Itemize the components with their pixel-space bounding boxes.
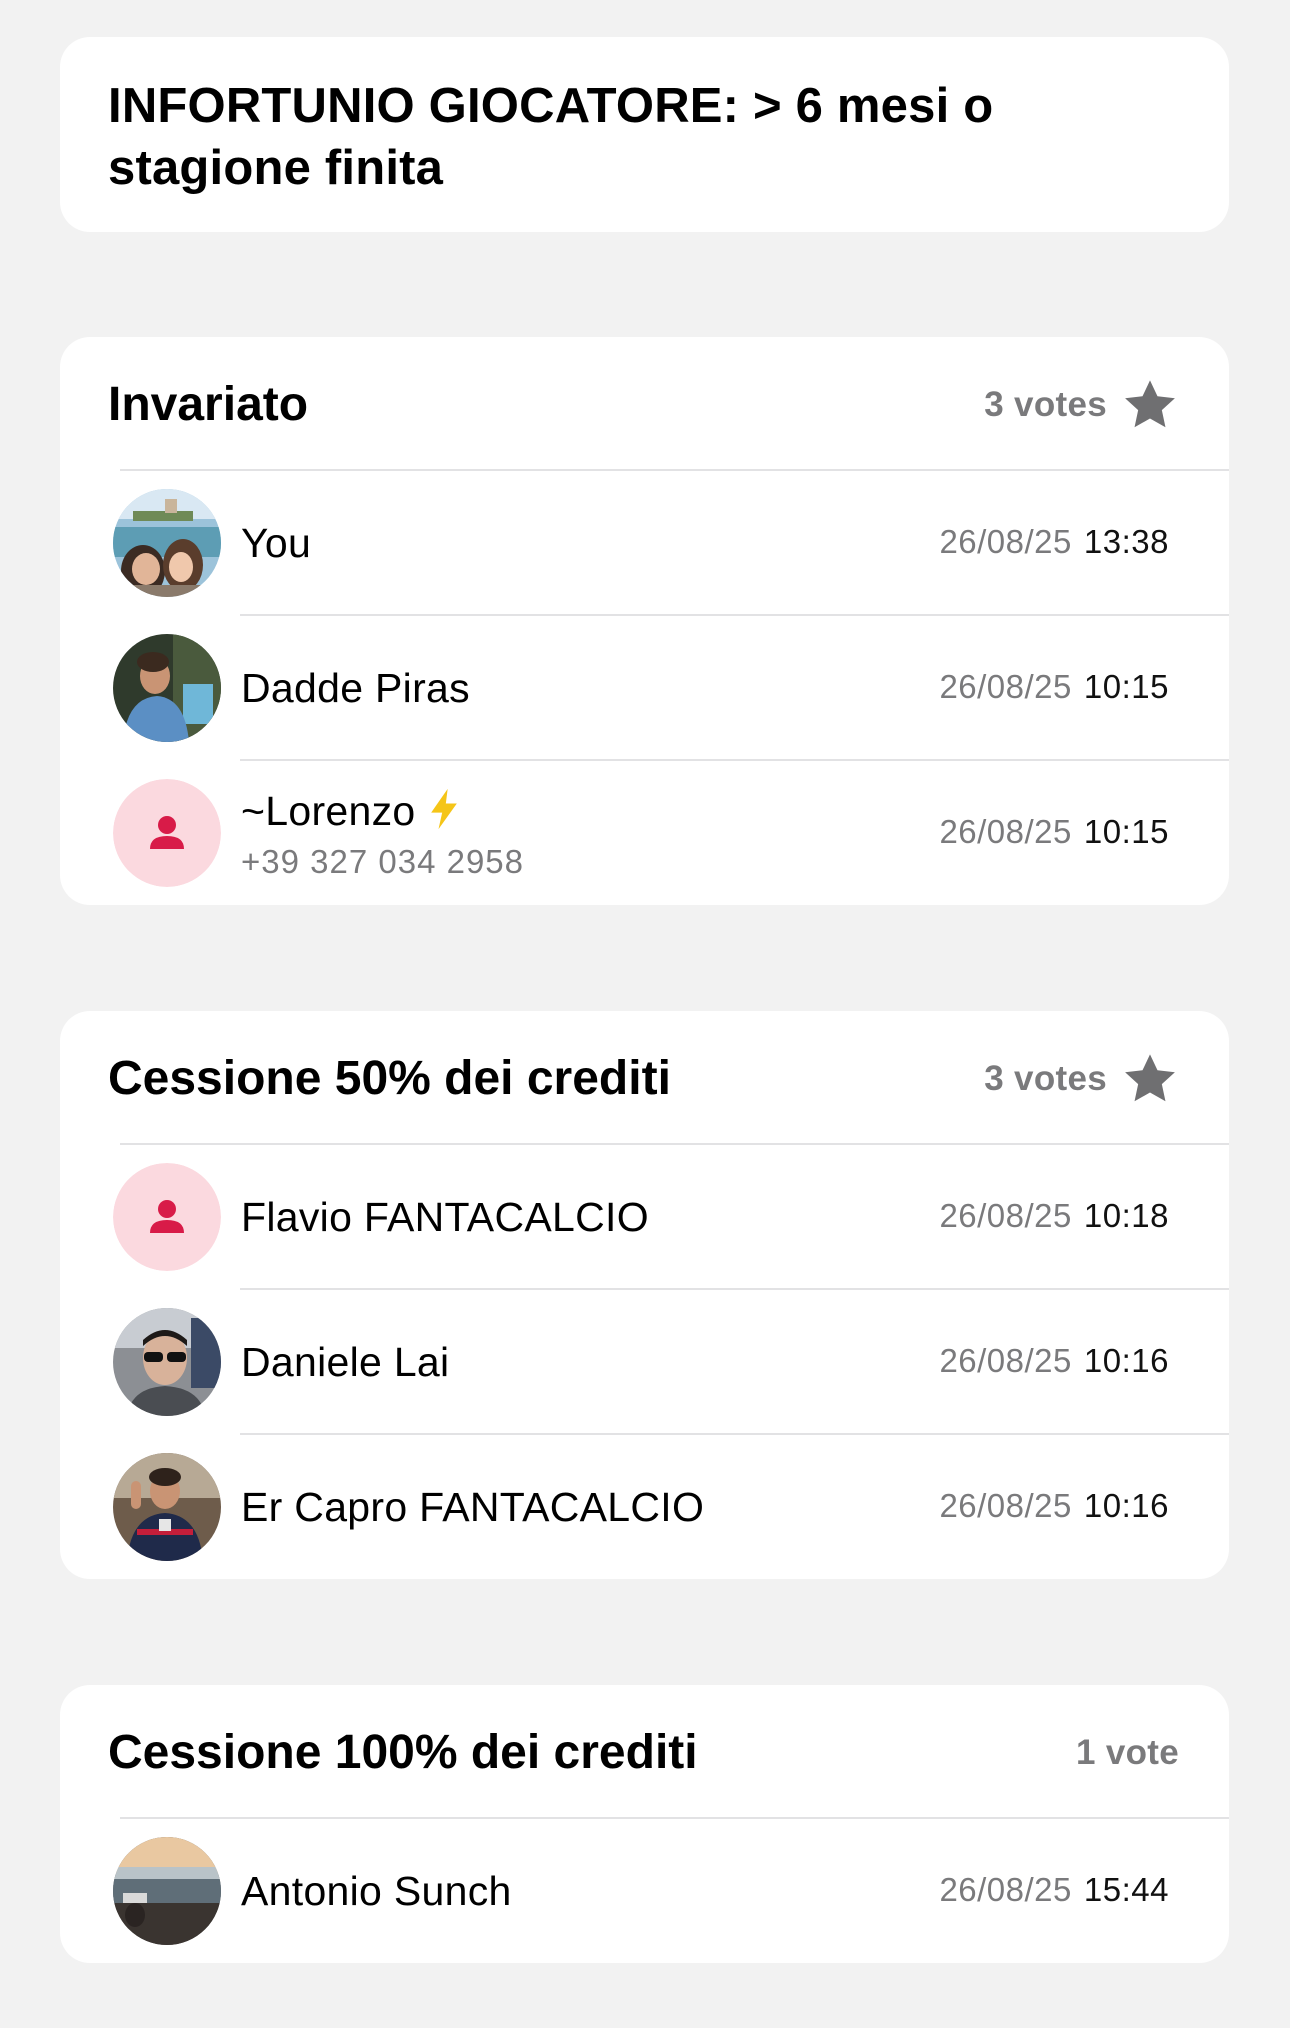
avatar xyxy=(113,1453,221,1561)
voter-row[interactable]: ~Lorenzo +39 327 034 2958 26/08/25 10:15 xyxy=(60,761,1229,905)
voter-row[interactable]: Er Capro FANTACALCIO 26/08/25 10:16 xyxy=(60,1435,1229,1579)
vote-timestamp: 26/08/25 10:15 xyxy=(939,668,1169,706)
voter-name: Daniele Lai xyxy=(241,1339,450,1385)
vote-timestamp: 26/08/25 13:38 xyxy=(939,523,1169,561)
vote-time: 13:38 xyxy=(1083,523,1169,560)
option-title: Invariato xyxy=(108,378,309,431)
vote-time: 10:15 xyxy=(1083,668,1169,705)
voter-name: You xyxy=(241,520,312,566)
poll-option-cessione-50: Cessione 50% dei crediti 3 votes Flavio … xyxy=(60,1011,1229,1579)
option-header: Cessione 50% dei crediti 3 votes xyxy=(108,1011,1229,1145)
vote-date: 26/08/25 xyxy=(939,668,1072,705)
vote-timestamp: 26/08/25 10:15 xyxy=(939,813,1169,851)
voter-row[interactable]: Dadde Piras 26/08/25 10:15 xyxy=(60,616,1229,761)
avatar xyxy=(113,489,221,597)
avatar xyxy=(113,1163,221,1271)
avatar xyxy=(113,779,221,887)
vote-date: 26/08/25 xyxy=(939,813,1072,850)
avatar xyxy=(113,1837,221,1945)
vote-timestamp: 26/08/25 10:16 xyxy=(939,1342,1169,1380)
avatar xyxy=(113,634,221,742)
voter-name-line: ~Lorenzo xyxy=(241,786,464,836)
vote-time: 15:44 xyxy=(1083,1871,1169,1908)
vote-timestamp: 26/08/25 15:44 xyxy=(939,1871,1169,1909)
option-title: Cessione 50% dei crediti xyxy=(108,1052,671,1105)
option-header: Cessione 100% dei crediti 1 vote xyxy=(108,1685,1229,1819)
voter-name: Er Capro FANTACALCIO xyxy=(241,1484,705,1530)
vote-time: 10:16 xyxy=(1083,1487,1169,1524)
voter-name: Antonio Sunch xyxy=(241,1868,512,1914)
voter-name: Flavio FANTACALCIO xyxy=(241,1194,649,1240)
vote-timestamp: 26/08/25 10:16 xyxy=(939,1487,1169,1525)
voter-name: Dadde Piras xyxy=(241,665,470,711)
vote-time: 10:18 xyxy=(1083,1197,1169,1234)
lightning-bolt-icon xyxy=(424,787,464,831)
voter-row[interactable]: Antonio Sunch 26/08/25 15:44 xyxy=(60,1819,1229,1963)
vote-date: 26/08/25 xyxy=(939,1487,1072,1524)
voter-row[interactable]: You 26/08/25 13:38 xyxy=(60,471,1229,616)
vote-time: 10:16 xyxy=(1083,1342,1169,1379)
vote-count: 1 vote xyxy=(1076,1723,1179,1783)
vote-count-label: 3 votes xyxy=(984,1059,1107,1098)
vote-count: 3 votes xyxy=(984,1049,1179,1109)
voter-phone: +39 327 034 2958 xyxy=(241,843,525,880)
poll-question: INFORTUNIO GIOCATORE: > 6 mesi o stagion… xyxy=(108,79,994,195)
avatar xyxy=(113,1308,221,1416)
vote-count: 3 votes xyxy=(984,375,1179,435)
voter-row[interactable]: Daniele Lai 26/08/25 10:16 xyxy=(60,1290,1229,1435)
vote-date: 26/08/25 xyxy=(939,1342,1072,1379)
star-icon xyxy=(1121,376,1179,434)
voter-row[interactable]: Flavio FANTACALCIO 26/08/25 10:18 xyxy=(60,1145,1229,1290)
voter-name: ~Lorenzo xyxy=(241,788,416,834)
poll-option-invariato: Invariato 3 votes You 26/08/25 13:38 Dad… xyxy=(60,337,1229,905)
vote-count-label: 3 votes xyxy=(984,385,1107,424)
star-icon xyxy=(1121,1050,1179,1108)
poll-question-card: INFORTUNIO GIOCATORE: > 6 mesi o stagion… xyxy=(60,37,1229,232)
vote-time: 10:15 xyxy=(1083,813,1169,850)
vote-date: 26/08/25 xyxy=(939,1197,1072,1234)
vote-timestamp: 26/08/25 10:18 xyxy=(939,1197,1169,1235)
vote-date: 26/08/25 xyxy=(939,523,1072,560)
option-header: Invariato 3 votes xyxy=(108,337,1229,471)
vote-count-label: 1 vote xyxy=(1076,1733,1179,1772)
vote-date: 26/08/25 xyxy=(939,1871,1072,1908)
option-title: Cessione 100% dei crediti xyxy=(108,1726,698,1779)
poll-option-cessione-100: Cessione 100% dei crediti 1 vote Antonio… xyxy=(60,1685,1229,1963)
